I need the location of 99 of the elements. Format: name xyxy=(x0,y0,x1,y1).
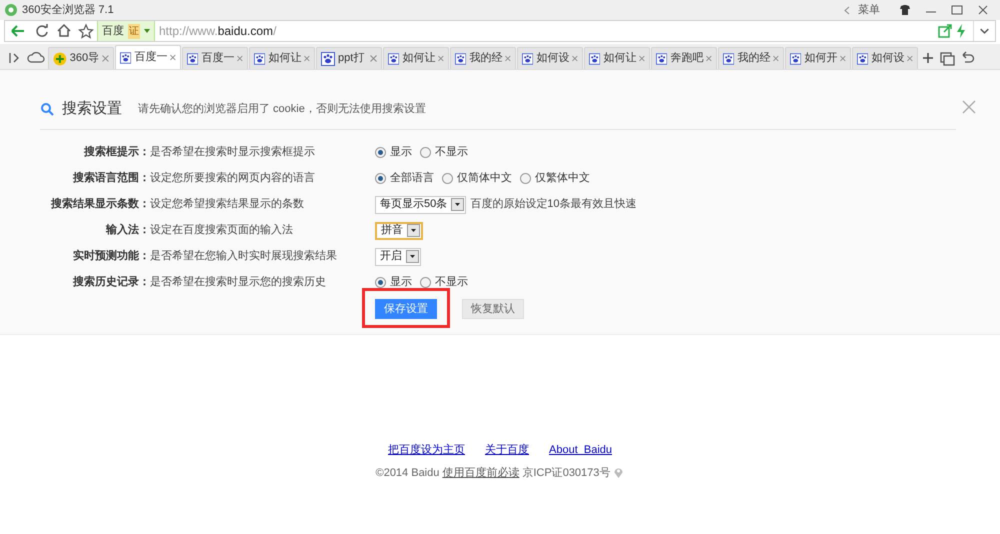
tab-close-icon[interactable] xyxy=(907,55,913,62)
radio-label: 仅简体中文 xyxy=(457,170,512,186)
tab-close-icon[interactable] xyxy=(572,55,578,62)
paw-icon xyxy=(120,50,132,64)
tab-close-icon[interactable] xyxy=(505,55,511,62)
radio-label: 仅繁体中文 xyxy=(535,170,590,186)
tab-label: ppt打 xyxy=(338,51,364,66)
plus-globe-icon xyxy=(53,52,67,66)
tab-close-icon[interactable] xyxy=(773,55,779,62)
paw-icon xyxy=(455,52,466,66)
tab-close-icon[interactable] xyxy=(102,55,109,62)
paw-icon xyxy=(790,52,802,66)
footer-link[interactable]: 把百度设为主页 xyxy=(388,442,465,458)
radio-button[interactable] xyxy=(375,277,386,288)
paw-icon xyxy=(589,52,600,66)
radio-button[interactable] xyxy=(442,173,453,184)
setting-label: 输入法： xyxy=(104,222,150,238)
save-settings-button[interactable]: 保存设置 xyxy=(375,298,437,319)
tab-label: 百度一 xyxy=(201,50,234,66)
dropdown-select[interactable]: 每页显示50条 xyxy=(375,196,466,214)
footer-link[interactable]: About Baidu xyxy=(549,442,612,458)
paw-icon xyxy=(522,52,534,66)
browser-tab[interactable]: 我的经 xyxy=(450,47,516,69)
paw-icon xyxy=(187,52,198,66)
tab-label: 如何让 xyxy=(402,51,436,66)
browser-tab[interactable]: ppt打 xyxy=(316,47,382,69)
tab-close-icon[interactable] xyxy=(304,55,310,62)
tab-label: 我的经 xyxy=(737,51,770,66)
paw-icon xyxy=(388,52,400,66)
radio-button[interactable] xyxy=(375,173,386,184)
location-pin-icon xyxy=(613,466,624,480)
paw-icon xyxy=(254,52,266,66)
paw-icon xyxy=(321,52,335,66)
terms-link[interactable]: 使用百度前必读 xyxy=(442,464,520,481)
tab-close-icon[interactable] xyxy=(706,55,712,62)
footer-link[interactable]: 关于百度 xyxy=(485,442,529,458)
setting-label: 搜索历史记录： xyxy=(72,274,150,290)
browser-tab[interactable]: 360导 xyxy=(48,47,114,69)
browser-tab[interactable]: 百度一 xyxy=(115,45,181,69)
tab-label: 如何让 xyxy=(268,51,302,66)
setting-label: 搜索结果显示条数： xyxy=(50,196,150,212)
browser-tab[interactable]: 如何设 xyxy=(852,47,918,69)
browser-tab[interactable]: 如何开 xyxy=(785,47,851,69)
radio-label: 显示 xyxy=(390,145,412,160)
tab-close-icon[interactable] xyxy=(438,55,444,62)
tab-label: 如何设 xyxy=(536,51,570,66)
tab-label: 如何让 xyxy=(603,51,636,66)
browser-logo-icon xyxy=(4,3,18,17)
setting-note: 百度的原始设定10条最有效且快速 xyxy=(470,196,636,212)
radio-label: 不显示 xyxy=(435,145,468,160)
browser-tab[interactable]: 如何让 xyxy=(249,47,315,69)
browser-tab[interactable]: 我的经 xyxy=(718,47,784,69)
setting-description: 设定您所要搜索的网页内容的语言 xyxy=(150,170,316,186)
setting-description: 是否希望在搜索时显示您的搜索历史 xyxy=(150,274,327,290)
browser-tab[interactable]: 如何设 xyxy=(517,47,583,69)
settings-title: 搜索设置 xyxy=(62,99,122,119)
radio-label: 不显示 xyxy=(435,275,468,290)
search-icon xyxy=(40,102,54,116)
tab-close-icon[interactable] xyxy=(370,55,377,62)
cookie-notice: 请先确认您的浏览器启用了 cookie，否则无法使用搜索设置 xyxy=(138,102,426,117)
paw-icon xyxy=(656,52,668,66)
tab-label: 奔跑吧 xyxy=(670,51,704,66)
setting-label: 搜索语言范围： xyxy=(72,170,150,186)
setting-description: 是否希望在您输入时实时展现搜索结果 xyxy=(150,248,338,264)
radio-button[interactable] xyxy=(420,147,431,158)
tab-close-icon[interactable] xyxy=(639,55,645,62)
tab-label: 我的经 xyxy=(469,51,502,66)
copyright-text: ©2014 Baidu xyxy=(376,466,440,480)
icp-text: 京ICP证030173号 xyxy=(522,466,610,480)
dropdown-select[interactable]: 拼音 xyxy=(375,222,423,240)
setting-description: 设定在百度搜索页面的输入法 xyxy=(150,222,294,238)
radio-label: 显示 xyxy=(390,275,412,290)
restore-defaults-button[interactable]: 恢复默认 xyxy=(462,298,524,319)
radio-button[interactable] xyxy=(520,173,531,184)
setting-label: 实时预测功能： xyxy=(72,248,150,264)
tab-label: 如何设 xyxy=(871,51,904,66)
tab-label: 如何开 xyxy=(804,51,838,66)
browser-tab[interactable]: 百度一 xyxy=(182,47,248,69)
tab-close-icon[interactable] xyxy=(840,55,846,62)
dropdown-select[interactable]: 开启 xyxy=(375,248,421,266)
chevron-left-icon xyxy=(844,6,850,14)
setting-label: 搜索框提示： xyxy=(82,144,150,160)
tab-label: 百度一 xyxy=(134,50,168,66)
setting-description: 是否希望在搜索时显示搜索框提示 xyxy=(150,144,316,160)
browser-tab[interactable]: 如何让 xyxy=(584,47,650,69)
close-icon[interactable] xyxy=(962,100,976,114)
tab-close-icon[interactable] xyxy=(237,55,243,62)
setting-description: 设定您希望搜索结果显示的条数 xyxy=(150,196,305,212)
paw-icon xyxy=(857,52,868,66)
window-title: 360安全浏览器 7.1 xyxy=(22,2,114,18)
tab-label: 360导 xyxy=(70,51,100,66)
tab-close-icon[interactable] xyxy=(170,54,176,61)
browser-tab[interactable]: 奔跑吧 xyxy=(651,47,717,69)
radio-button[interactable] xyxy=(375,147,386,158)
radio-label: 全部语言 xyxy=(390,170,434,186)
radio-button[interactable] xyxy=(420,277,431,288)
menu-button[interactable]: 菜单 xyxy=(858,2,880,18)
paw-icon xyxy=(723,52,734,66)
browser-tab[interactable]: 如何让 xyxy=(383,47,449,69)
